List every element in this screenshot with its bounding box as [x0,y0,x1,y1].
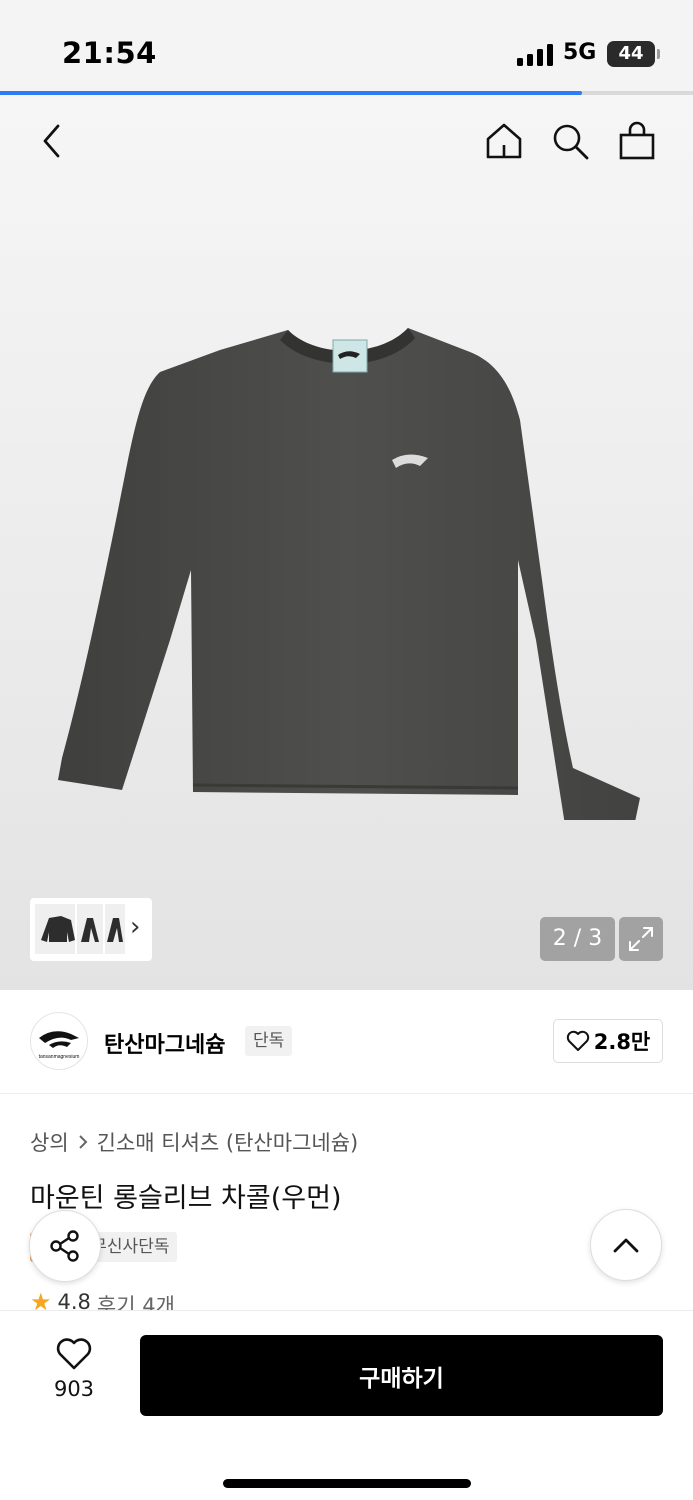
home-button[interactable] [482,119,526,163]
shopping-bag-icon [619,121,655,160]
brand-logo-mark: tansanmagnesium [39,1031,80,1060]
heart-icon [566,1030,589,1051]
bottom-action-bar: 903 구매하기 [0,1310,693,1500]
battery-level: 44 [618,43,644,64]
exclusive-badge: 단독 [245,1026,293,1056]
product-title: 마운틴 롱슬리브 차콜(우먼) [30,1183,342,1214]
breadcrumb: 상의 긴소매 티셔츠 (탄산마그네슘) [30,1127,358,1157]
home-indicator [223,1479,471,1488]
product-gallery[interactable]: › 2 / 3 [0,95,693,990]
brand-like-button[interactable]: 2.8만 [553,1019,663,1063]
share-button[interactable] [29,1210,101,1282]
chevron-left-icon [43,124,60,158]
battery-icon: 44 [607,41,660,67]
review-count[interactable]: 후기 4개 [97,1290,175,1310]
heart-icon [56,1338,92,1370]
breadcrumb-category[interactable]: 상의 [30,1127,69,1157]
search-icon [553,124,589,160]
wishlist-button[interactable]: 903 [35,1337,113,1401]
star-icon: ★ [30,1290,52,1310]
rating-value: 4.8 [57,1290,91,1310]
cellular-signal-icon [517,44,553,66]
expand-icon [629,927,653,951]
thumbnail-strip[interactable]: › [30,898,152,961]
network-type: 5G [563,40,597,65]
back-button[interactable] [30,119,74,163]
status-bar: 21:54 5G 44 [0,0,693,95]
product-image[interactable] [40,310,650,820]
thumbnail-images [35,904,125,954]
buy-button[interactable]: 구매하기 [140,1335,663,1416]
breadcrumb-subcategory[interactable]: 긴소매 티셔츠 (탄산마그네슘) [97,1127,359,1157]
search-button[interactable] [548,119,592,163]
brand-logo[interactable]: tansanmagnesium [30,1012,88,1070]
brand-name[interactable]: 탄산마그네슘 [104,1027,225,1059]
cart-button[interactable] [615,119,659,163]
brand-logo-text: tansanmagnesium [39,1054,80,1060]
chevron-right-icon [78,1135,88,1149]
brand-like-count: 2.8만 [593,1030,651,1054]
expand-button[interactable] [619,917,663,961]
rating-row[interactable]: ★ 4.8 후기 4개 [30,1290,175,1310]
scroll-top-button[interactable] [590,1209,662,1281]
chevron-up-icon [613,1238,639,1253]
home-icon [486,123,522,159]
image-counter: 2 / 3 [540,917,615,961]
wishlist-count: 903 [53,1377,95,1401]
share-icon [50,1230,79,1262]
status-time: 21:54 [62,36,157,70]
thumbnail-next-icon: › [130,912,141,942]
brand-row[interactable]: tansanmagnesium 탄산마그네슘 단독 2.8만 [0,990,693,1094]
